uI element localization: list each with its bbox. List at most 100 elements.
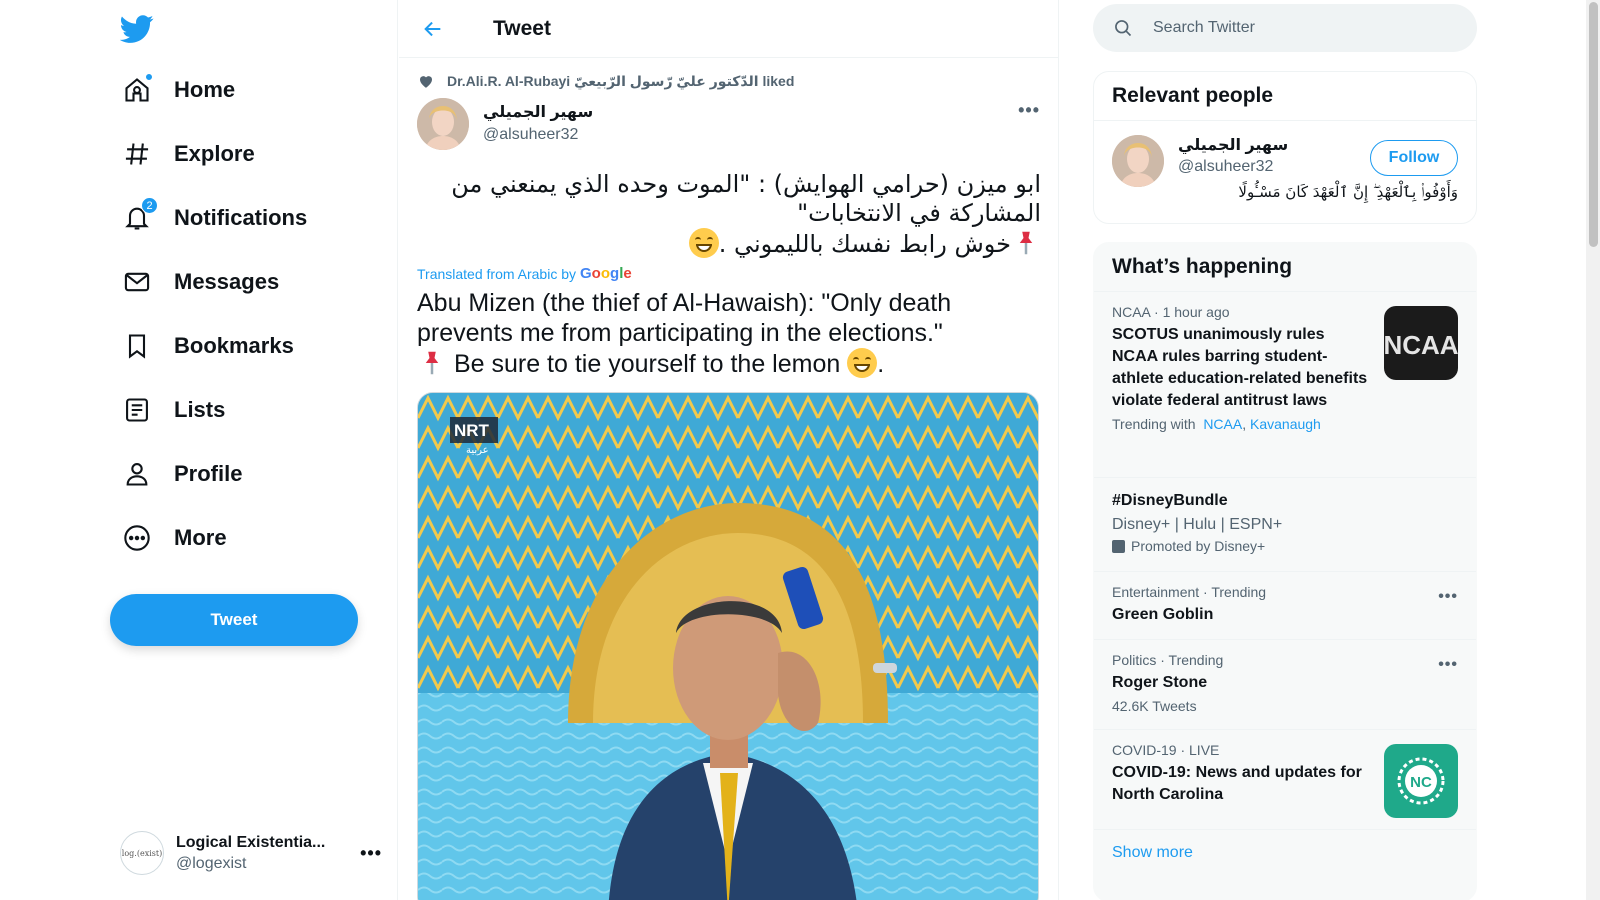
media-watermark: NRT xyxy=(454,421,490,440)
trend-item[interactable]: #DisneyBundle Disney+ | Hulu | ESPN+ Pro… xyxy=(1094,477,1476,571)
nav-label: Bookmarks xyxy=(174,333,294,358)
trend-title: Green Goblin xyxy=(1112,606,1214,623)
tweet-english-end: . xyxy=(877,350,885,378)
more-dots-icon[interactable]: ••• xyxy=(360,843,382,864)
trend-item[interactable]: NCAA · 1 hour ago SCOTUS unanimously rul… xyxy=(1094,291,1476,477)
nav-more[interactable]: More xyxy=(122,516,227,560)
trend-link[interactable]: NCAA xyxy=(1203,416,1242,432)
trend-tweet-count: 42.6K Tweets xyxy=(1112,698,1197,714)
compose-tweet-button[interactable]: Tweet xyxy=(110,594,358,646)
heart-icon xyxy=(420,76,432,88)
tweet-text-translation: Abu Mizen (the thief of Al-Hawaish): "On… xyxy=(417,288,1047,379)
left-sidebar: Home Explore 2 Notifications Messages Bo… xyxy=(0,0,398,900)
more-dots-icon[interactable]: ••• xyxy=(1018,100,1040,121)
tweet-author[interactable]: سهير الجميلي @alsuheer32 xyxy=(417,98,593,150)
trend-thumbnail: NCAA xyxy=(1384,306,1458,380)
nav-messages[interactable]: Messages xyxy=(122,260,279,304)
trend-context: Trending with NCAA, Kavanaugh xyxy=(1112,416,1321,432)
nav-notifications[interactable]: 2 Notifications xyxy=(122,196,307,240)
main-header: Tweet xyxy=(399,0,1058,58)
nav-label: Explore xyxy=(174,141,255,166)
relevant-people-title: Relevant people xyxy=(1094,72,1476,121)
nav-profile[interactable]: Profile xyxy=(122,452,242,496)
trend-meta: Entertainment · Trending xyxy=(1112,584,1267,600)
nav-label: Lists xyxy=(174,397,226,422)
nav-lists[interactable]: Lists xyxy=(122,388,225,432)
person-name: سهير الجميلي xyxy=(1178,137,1289,154)
follow-button[interactable]: Follow xyxy=(1370,140,1458,176)
pushpin-icon xyxy=(1011,228,1041,258)
list-icon xyxy=(122,395,152,425)
notification-count-badge: 2 xyxy=(141,197,158,214)
author-name: سهير الجميلي xyxy=(483,104,594,121)
media-watermark-sub: عربية xyxy=(466,445,489,456)
tweet-arabic-line-2: خوش رابط نفسك بالليموني . xyxy=(417,228,1041,259)
twitter-logo-icon[interactable] xyxy=(120,12,154,46)
home-icon xyxy=(122,73,153,105)
trend-thumb-text: NCAA xyxy=(1384,330,1458,360)
author-avatar[interactable] xyxy=(417,98,469,150)
main-column: Tweet Dr.Ali.R. Al-Rubayi الدّكتور عليّ … xyxy=(399,0,1059,900)
nav-home[interactable]: Home xyxy=(122,68,235,112)
social-context[interactable]: Dr.Ali.R. Al-Rubayi الدّكتور عليّ رّسول … xyxy=(417,72,794,90)
search-input[interactable] xyxy=(1153,19,1453,37)
promoted-text: Promoted by Disney+ xyxy=(1131,538,1266,554)
envelope-icon xyxy=(122,267,152,297)
grinning-face-icon xyxy=(688,228,719,258)
unread-dot xyxy=(145,73,153,81)
account-handle: @logexist xyxy=(176,855,247,872)
nav-bookmarks[interactable]: Bookmarks xyxy=(122,324,294,368)
more-dots-icon[interactable]: ••• xyxy=(1438,656,1458,674)
nav-label: Messages xyxy=(174,269,280,294)
trend-item[interactable]: Politics · Trending Roger Stone 42.6K Tw… xyxy=(1094,639,1476,729)
relevant-people-card: Relevant people سهير الجميلي @alsuheer32… xyxy=(1093,71,1477,224)
page-scrollbar[interactable] xyxy=(1586,0,1600,900)
pushpin-icon xyxy=(417,348,447,378)
trend-item[interactable]: COVID-19 · LIVE COVID-19: News and updat… xyxy=(1094,729,1476,829)
relevant-person[interactable]: سهير الجميلي @alsuheer32 Follow وَأَوْفُ… xyxy=(1094,121,1476,219)
bookmark-icon xyxy=(122,331,152,361)
social-context-text: Dr.Ali.R. Al-Rubayi الدّكتور عليّ رّسول … xyxy=(447,72,795,89)
nav-label: Home xyxy=(174,77,236,102)
promoted-icon xyxy=(1112,540,1125,553)
author-handle: @alsuheer32 xyxy=(483,126,579,143)
account-avatar: log.(exist) xyxy=(120,831,164,875)
trend-item[interactable]: Entertainment · Trending Green Goblin ••… xyxy=(1094,571,1476,639)
promoted-label: Promoted by Disney+ xyxy=(1112,538,1458,554)
person-handle: @alsuheer32 xyxy=(1178,158,1274,175)
nav-label: Profile xyxy=(174,461,243,486)
tweet-english-text: Be sure to tie yourself to the lemon xyxy=(447,350,848,378)
nav-label: Notifications xyxy=(174,205,308,230)
translated-label: Translated from Arabic by xyxy=(417,265,576,282)
trend-thumbnail: NC xyxy=(1384,744,1458,818)
person-avatar[interactable] xyxy=(1112,135,1164,187)
account-switcher[interactable]: log.(exist) Logical Existentia... @logex… xyxy=(120,826,382,880)
trend-title: Roger Stone xyxy=(1112,674,1208,691)
trend-title: SCOTUS unanimously rules NCAA rules barr… xyxy=(1112,326,1368,409)
show-more-link[interactable]: Show more xyxy=(1094,829,1476,878)
search-icon xyxy=(1115,20,1132,37)
trend-link[interactable]: Kavanaugh xyxy=(1250,416,1321,432)
nav-explore[interactable]: Explore xyxy=(122,132,255,176)
tweet-arabic-text: خوش رابط نفسك بالليموني . xyxy=(718,230,1011,258)
scrollbar-thumb[interactable] xyxy=(1589,2,1598,247)
hashtag-icon xyxy=(122,139,152,169)
person-icon xyxy=(122,459,152,489)
bell-icon: 2 xyxy=(122,197,158,233)
tweet-arabic-line: ابو ميزن (حرامي الهوايش) : "الموت وحده ا… xyxy=(451,170,1041,227)
trend-title: COVID-19: News and updates for North Car… xyxy=(1112,764,1362,803)
trend-description: Disney+ | Hulu | ESPN+ xyxy=(1112,516,1283,533)
trending-with-label: Trending with xyxy=(1112,416,1196,432)
back-arrow-icon[interactable] xyxy=(415,11,451,47)
page-title: Tweet xyxy=(493,16,551,40)
translation-attribution[interactable]: Translated from Arabic by Google xyxy=(417,265,632,282)
tweet-text-original: ابو ميزن (حرامي الهوايش) : "الموت وحده ا… xyxy=(417,170,1041,259)
search-box[interactable] xyxy=(1093,4,1477,52)
tweet-media-image[interactable]: NRT عربية xyxy=(417,392,1039,900)
google-logo: Google xyxy=(580,265,632,282)
tweet-english-line: Abu Mizen (the thief of Al-Hawaish): "On… xyxy=(417,289,952,347)
person-bio: وَأَوْفُوا۟ بِٱلْعَهْدِ ۖ إِنَّ ٱلْعَهْد… xyxy=(1238,183,1458,201)
whats-happening-title: What’s happening xyxy=(1112,255,1293,278)
whats-happening-card: What’s happening NCAA · 1 hour ago SCOTU… xyxy=(1093,242,1477,900)
more-dots-icon[interactable]: ••• xyxy=(1438,588,1458,606)
